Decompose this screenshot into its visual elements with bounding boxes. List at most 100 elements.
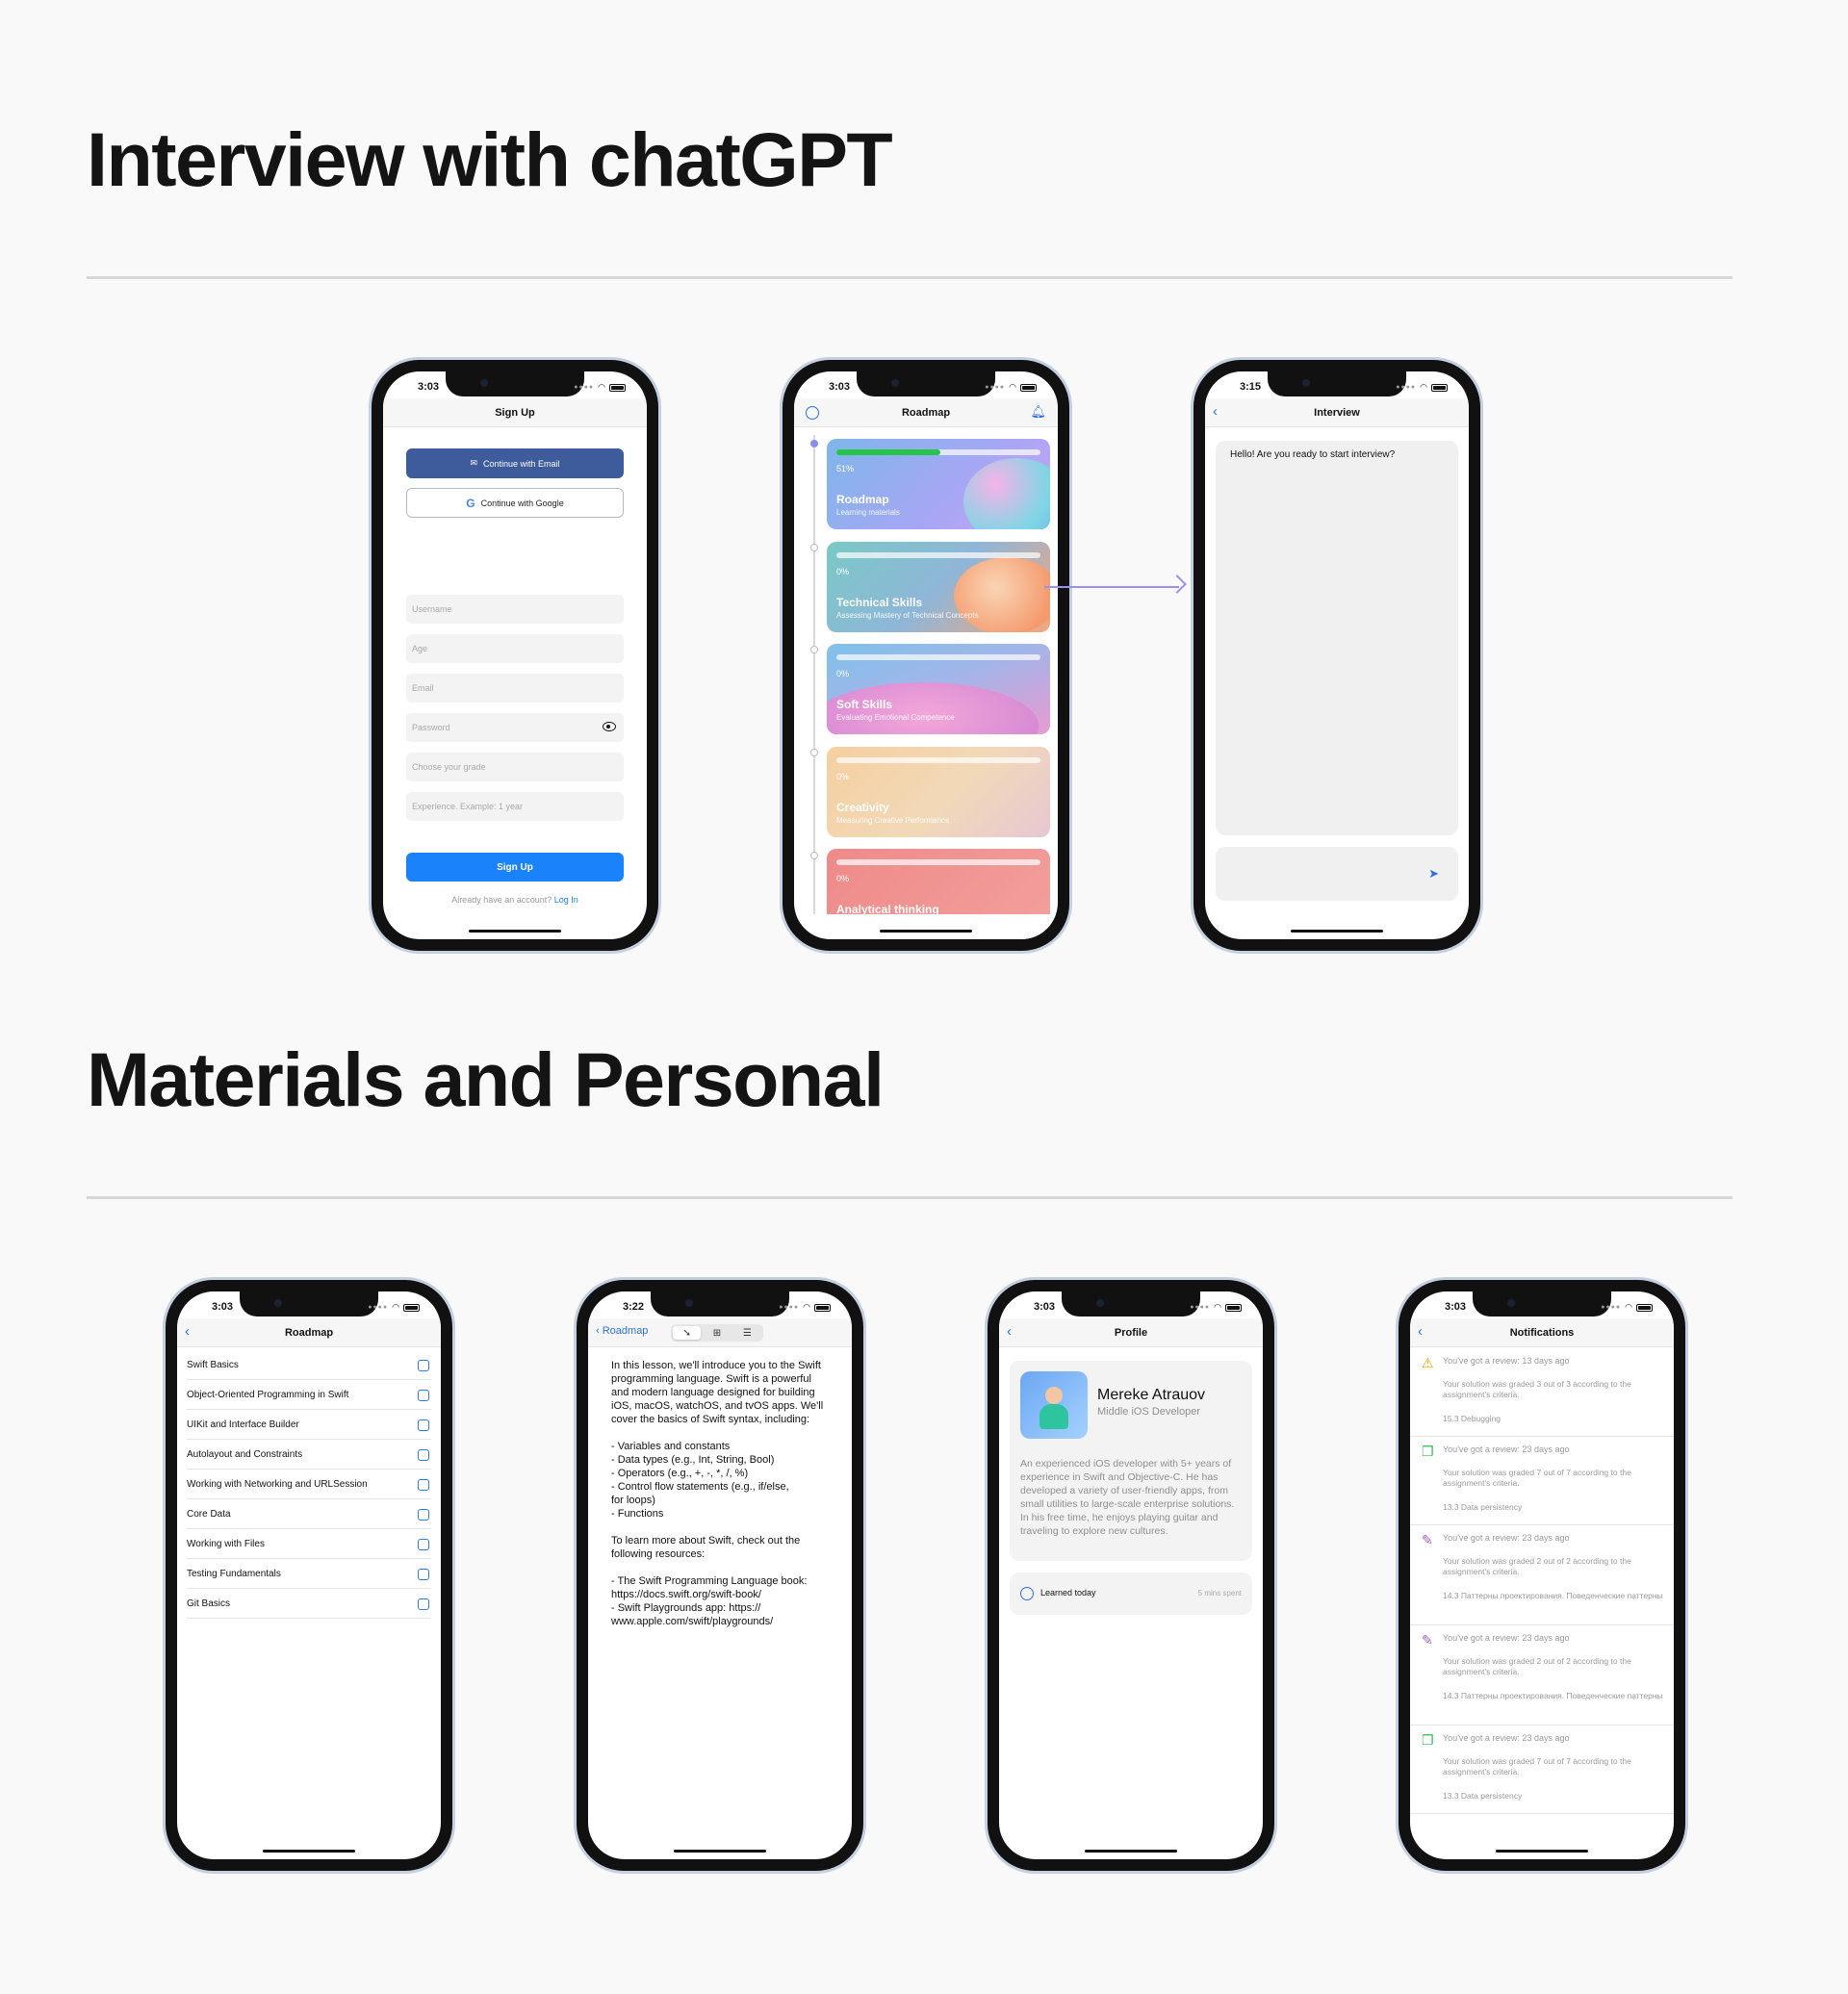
topic-item[interactable]: Autolayout and Constraints [187,1441,431,1470]
status-time: 3:03 [829,381,851,393]
card-title: Soft Skills [836,698,893,711]
back-chevron-icon[interactable]: ‹ [185,1324,190,1339]
swift-icon[interactable]: ➘ [673,1326,702,1340]
topic-item[interactable]: Working with Files [187,1530,431,1559]
flow-arrow [1044,586,1179,588]
password-field[interactable]: Password [406,713,624,742]
progress-bar [836,552,1040,558]
progress-bar [836,757,1040,763]
back-button[interactable]: ‹ Roadmap [596,1325,648,1337]
clock-icon [1020,1587,1034,1600]
section-title-materials: Materials and Personal [87,1036,885,1122]
progress-bar [836,449,1040,455]
topic-item[interactable]: Core Data [187,1500,431,1529]
notification-item[interactable]: ✎ You've got a review: 23 days ago Your … [1410,1525,1674,1625]
profile-name: Mereke Atrauov [1097,1387,1206,1403]
notification-item[interactable]: ❐ You've got a review: 23 days ago Your … [1410,1726,1674,1814]
mail-icon: ✉ [470,458,477,468]
card-percent: 0% [836,567,850,576]
status-time: 3:03 [418,381,440,393]
status-time: 3:03 [212,1301,234,1313]
phone-profile: 3:03 ●●●● ◠ ‹ Profile Mereke Atrauov Middle… [985,1277,1277,1874]
age-field[interactable]: Age [406,634,624,663]
back-chevron-icon[interactable]: ‹ [1007,1324,1012,1339]
checkbox[interactable] [418,1479,429,1491]
profile-icon[interactable] [806,406,819,420]
card-subtitle: Assessing Mastery of Technical Concepts [836,611,979,620]
checkbox[interactable] [418,1360,429,1371]
log-in-link[interactable]: Log In [554,895,578,905]
creativity-card[interactable]: 0% Creativity Measuring Creative Perform… [827,747,1050,837]
checkbox[interactable] [418,1569,429,1580]
eye-icon[interactable] [603,722,616,731]
experience-field[interactable]: Experience. Example: 1 year [406,792,624,821]
layout-icon[interactable]: ⊞ [703,1326,731,1340]
notification-item[interactable]: ❐ You've got a review: 23 days ago Your … [1410,1437,1674,1525]
brush-icon: ✎ [1422,1632,1433,1648]
lesson-text: In this lesson, we'll introduce you to t… [611,1360,824,1627]
continue-with-email-button[interactable]: ✉ Continue with Email [406,448,624,478]
username-field[interactable]: Username [406,595,624,624]
topic-item[interactable]: Object-Oriented Programming in Swift [187,1381,431,1410]
list-icon[interactable]: ☰ [733,1326,761,1340]
phone-topics: 3:03 ●●●● ◠ ‹ Roadmap Swift Basics Object-O… [163,1277,455,1874]
phone-roadmap: 3:03 ●●●● ◠ Roadmap 🔔︎ 51% Roadmap Learning… [780,357,1072,954]
checkbox[interactable] [418,1419,429,1431]
checkbox[interactable] [418,1449,429,1461]
bell-icon[interactable]: 🔔︎ [1030,404,1046,420]
document-icon: ❐ [1422,1732,1434,1748]
home-indicator [469,930,561,933]
lock-icon [810,646,818,653]
section-divider [87,276,1732,279]
lock-icon [810,544,818,551]
phone-notifications: 3:03 ●●●● ◠ ‹ Notifications ⚠ You've got a … [1396,1277,1688,1874]
grade-field[interactable]: Choose your grade [406,753,624,781]
card-title: Roadmap [836,493,889,506]
email-field[interactable]: Email [406,674,624,703]
assistant-message: Hello! Are you ready to start interview? [1230,449,1396,460]
send-icon[interactable]: ➤ [1428,866,1439,882]
lock-icon [810,852,818,859]
continue-with-google-button[interactable]: G Continue with Google [406,488,624,518]
home-indicator [263,1850,355,1853]
checkbox[interactable] [418,1539,429,1550]
card-percent: 51% [836,464,855,473]
phone-lesson: 3:22 ●●●● ◠ ‹ Roadmap ➘ ⊞ ☰ In this lesson… [574,1277,866,1874]
progress-bar [836,654,1040,660]
section-divider [87,1196,1732,1199]
topic-item[interactable]: Git Basics [187,1590,431,1619]
card-subtitle: Evaluating Emotional Competence [836,713,955,722]
roadmap-card[interactable]: 51% Roadmap Learning materials [827,439,1050,529]
home-indicator [880,930,972,933]
notification-item[interactable]: ⚠ You've got a review: 13 days ago Your … [1410,1348,1674,1437]
back-chevron-icon[interactable]: ‹ [1418,1324,1423,1339]
checkbox[interactable] [418,1598,429,1610]
sign-up-button[interactable]: Sign Up [406,853,624,882]
status-time: 3:03 [1034,1301,1056,1313]
nav-title: Sign Up [495,406,535,419]
nav-title: Roadmap [901,406,951,419]
lock-icon [810,749,818,756]
learned-value: 5 mins spent [1197,1589,1242,1598]
checkbox[interactable] [418,1390,429,1401]
checkbox[interactable] [418,1509,429,1521]
nav-title: Notifications [1509,1326,1575,1339]
back-chevron-icon[interactable]: ‹ [1213,404,1218,419]
view-mode-segmented-control[interactable]: ➘ ⊞ ☰ [671,1324,763,1342]
topic-item[interactable]: Working with Networking and URLSession [187,1470,431,1499]
profile-bio: An experienced iOS developer with 5+ yea… [1020,1458,1235,1537]
timeline-dot-active [810,440,818,447]
card-title: Technical Skills [836,596,923,609]
home-indicator [674,1850,766,1853]
nav-title: Interview [1314,406,1360,419]
topic-item[interactable]: Testing Fundamentals [187,1560,431,1589]
topic-item[interactable]: UIKit and Interface Builder [187,1411,431,1440]
learned-label: Learned today [1040,1588,1096,1598]
notification-item[interactable]: ✎ You've got a review: 23 days ago Your … [1410,1625,1674,1726]
technical-skills-card[interactable]: 0% Technical Skills Assessing Mastery of… [827,542,1050,632]
soft-skills-card[interactable]: 0% Soft Skills Evaluating Emotional Comp… [827,644,1050,734]
topic-item[interactable]: Swift Basics [187,1351,431,1380]
message-input[interactable]: ➤ [1216,847,1458,901]
phone-interview: 3:15 ●●●● ◠ ‹ Interview Hello! Are you read… [1191,357,1483,954]
learned-today-row[interactable]: Learned today 5 mins spent [1010,1572,1252,1615]
